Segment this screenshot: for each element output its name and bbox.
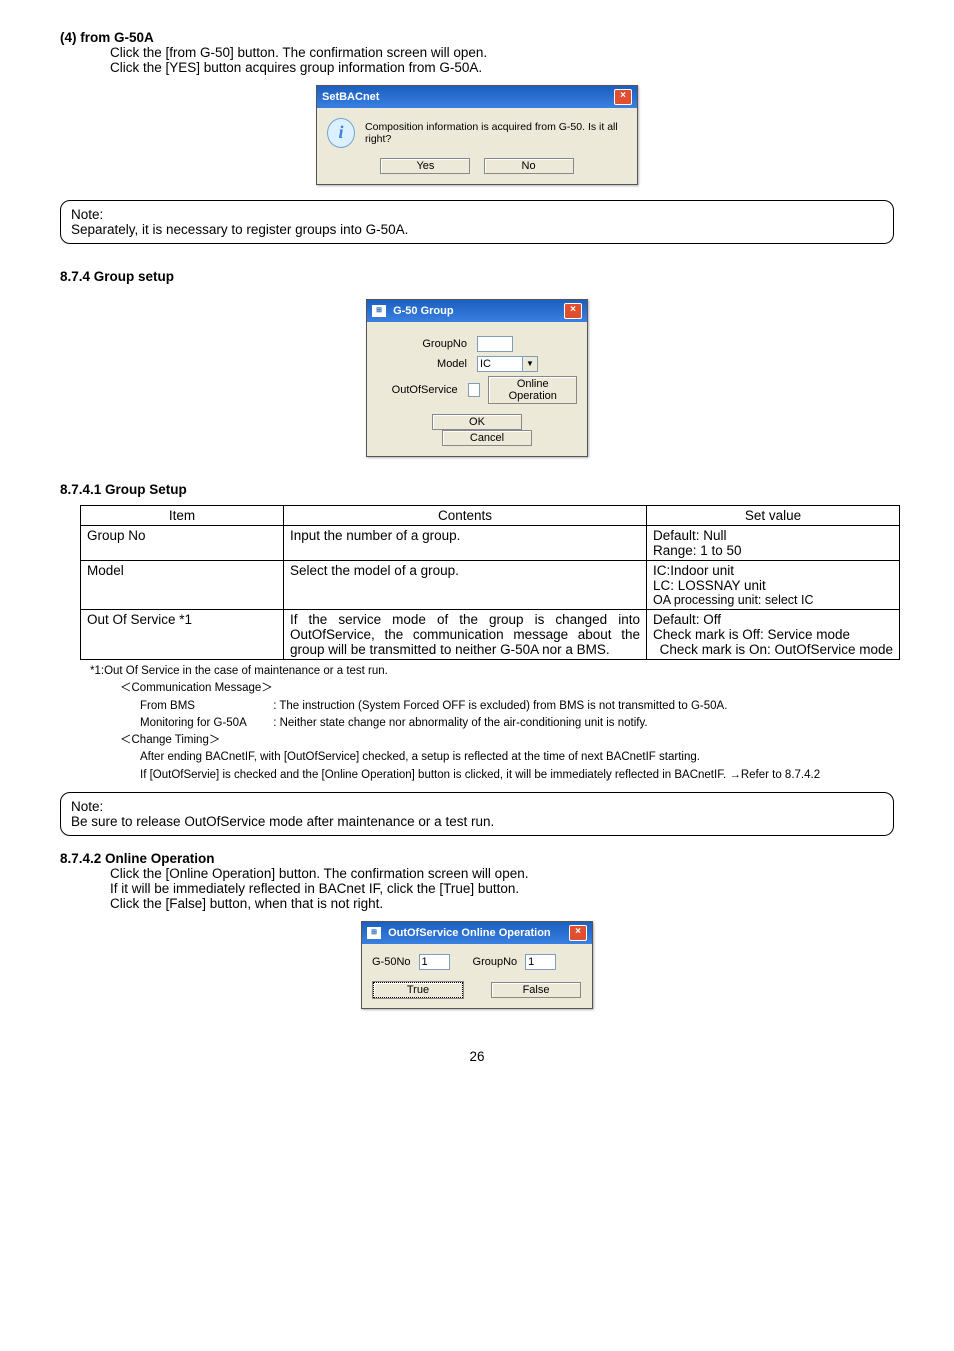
footnote-text: : The instruction (System Forced OFF is … [273,700,727,712]
info-icon: i [327,118,355,148]
table-row: Group No Input the number of a group. De… [81,526,900,561]
dialog-title-text: OutOfService Online Operation [388,927,551,939]
th-contents: Contents [284,506,647,526]
text-line-2: Click the [YES] button acquires group in… [110,60,894,75]
heading-8742: 8.7.4.2 Online Operation [60,851,894,866]
dialog-online-operation: ⊞ OutOfService Online Operation × G-50No… [361,921,593,1009]
cancel-button[interactable]: Cancel [442,430,532,446]
app-icon: ⊞ [372,305,386,317]
dialog-title: ⊞ G-50 Group [372,305,454,317]
text-line: If it will be immediately reflected in B… [110,881,894,896]
sv-line: Default: Off [653,612,893,627]
sv-line: OA processing unit: select IC [653,593,893,607]
model-label: Model [377,358,467,370]
section-from-g50a: (4) from G-50A Click the [from G-50] but… [60,30,894,244]
no-button[interactable]: No [484,158,574,174]
note-heading: Note: [71,207,883,222]
cell-setvalue: Default: Null Range: 1 to 50 [647,526,900,561]
table-row: Model Select the model of a group. IC:In… [81,561,900,610]
dialog-title: ⊞ OutOfService Online Operation [367,927,551,939]
true-button[interactable]: True [373,982,463,998]
group-setup-table: Item Contents Set value Group No Input t… [80,505,900,660]
heading-8741: 8.7.4.1 Group Setup [60,482,894,497]
g50no-label: G-50No [372,956,411,968]
text-line: Click the [False] button, when that is n… [110,896,894,911]
sv-line: Range: 1 to 50 [653,543,893,558]
table-row: Out Of Service *1 If the service mode of… [81,610,900,660]
page-number: 26 [60,1049,894,1064]
groupno-input[interactable] [477,336,513,352]
sv-line: Check mark is Off: Service mode [653,627,893,642]
cell-item: Group No [81,526,284,561]
cell-contents: Input the number of a group. [284,526,647,561]
footnote-label: From BMS [140,698,270,715]
outofservice-checkbox[interactable] [468,383,481,397]
sv-line: Check mark is On: OutOfService mode [653,642,893,657]
section-8741: 8.7.4.1 Group Setup Item Contents Set va… [60,482,894,836]
footnote-text: After ending BACnetIF, with [OutOfServic… [140,749,894,766]
sv-line: IC:Indoor unit [653,563,893,578]
g50no-input[interactable] [419,954,450,970]
section-8742: 8.7.4.2 Online Operation Click the [Onli… [60,851,894,1009]
th-item: Item [81,506,284,526]
close-icon[interactable]: × [564,303,582,319]
sv-line: LC: LOSSNAY unit [653,578,893,593]
groupno-input[interactable] [525,954,556,970]
note-text: Separately, it is necessary to register … [71,222,883,237]
close-icon[interactable]: × [569,925,587,941]
heading-4: (4) from G-50A [60,30,894,45]
footnote-line: *1:Out Of Service in the case of mainten… [90,663,894,680]
cell-item: Model [81,561,284,610]
cell-setvalue: IC:Indoor unit LC: LOSSNAY unit OA proce… [647,561,900,610]
note-heading: Note: [71,799,883,814]
th-setvalue: Set value [647,506,900,526]
dialog-title: SetBACnet [322,91,379,103]
note-text: Be sure to release OutOfService mode aft… [71,814,883,829]
cell-contents: If the service mode of the group is chan… [284,610,647,660]
note-box-2: Note: Be sure to release OutOfService mo… [60,792,894,836]
heading-874: 8.7.4 Group setup [60,269,894,284]
dialog-title-text: G-50 Group [393,305,454,317]
footnote-text: If [OutOfServie] is checked and the [Onl… [140,767,894,784]
ok-button[interactable]: OK [432,414,522,430]
cell-contents: Select the model of a group. [284,561,647,610]
outofservice-label: OutOfService [377,384,458,396]
app-icon: ⊞ [367,927,381,939]
close-icon[interactable]: × [614,89,632,105]
footnote-line: ＜Communication Message＞ [120,680,894,697]
chevron-down-icon[interactable]: ▼ [522,357,537,371]
cell-setvalue: Default: Off Check mark is Off: Service … [647,610,900,660]
dialog-message: Composition information is acquired from… [365,121,627,145]
online-operation-button[interactable]: Online Operation [488,376,577,404]
groupno-label: GroupNo [377,338,467,350]
dialog-g50-group: ⊞ G-50 Group × GroupNo Model ▼ OutOfServ… [366,299,588,457]
footnote-text: : Neither state change nor abnormality o… [273,717,647,729]
footnote-label: Monitoring for G-50A [140,715,270,732]
text-line-1: Click the [from G-50] button. The confir… [110,45,894,60]
footnote-line: ＜Change Timing＞ [120,732,894,749]
false-button[interactable]: False [491,982,581,998]
note-box-1: Note: Separately, it is necessary to reg… [60,200,894,244]
section-874: 8.7.4 Group setup ⊞ G-50 Group × GroupNo… [60,269,894,457]
dialog-setbacnet: SetBACnet × i Composition information is… [316,85,638,185]
text-line: Click the [Online Operation] button. The… [110,866,894,881]
sv-line: Default: Null [653,528,893,543]
yes-button[interactable]: Yes [380,158,470,174]
groupno-label: GroupNo [473,956,518,968]
cell-item: Out Of Service *1 [81,610,284,660]
